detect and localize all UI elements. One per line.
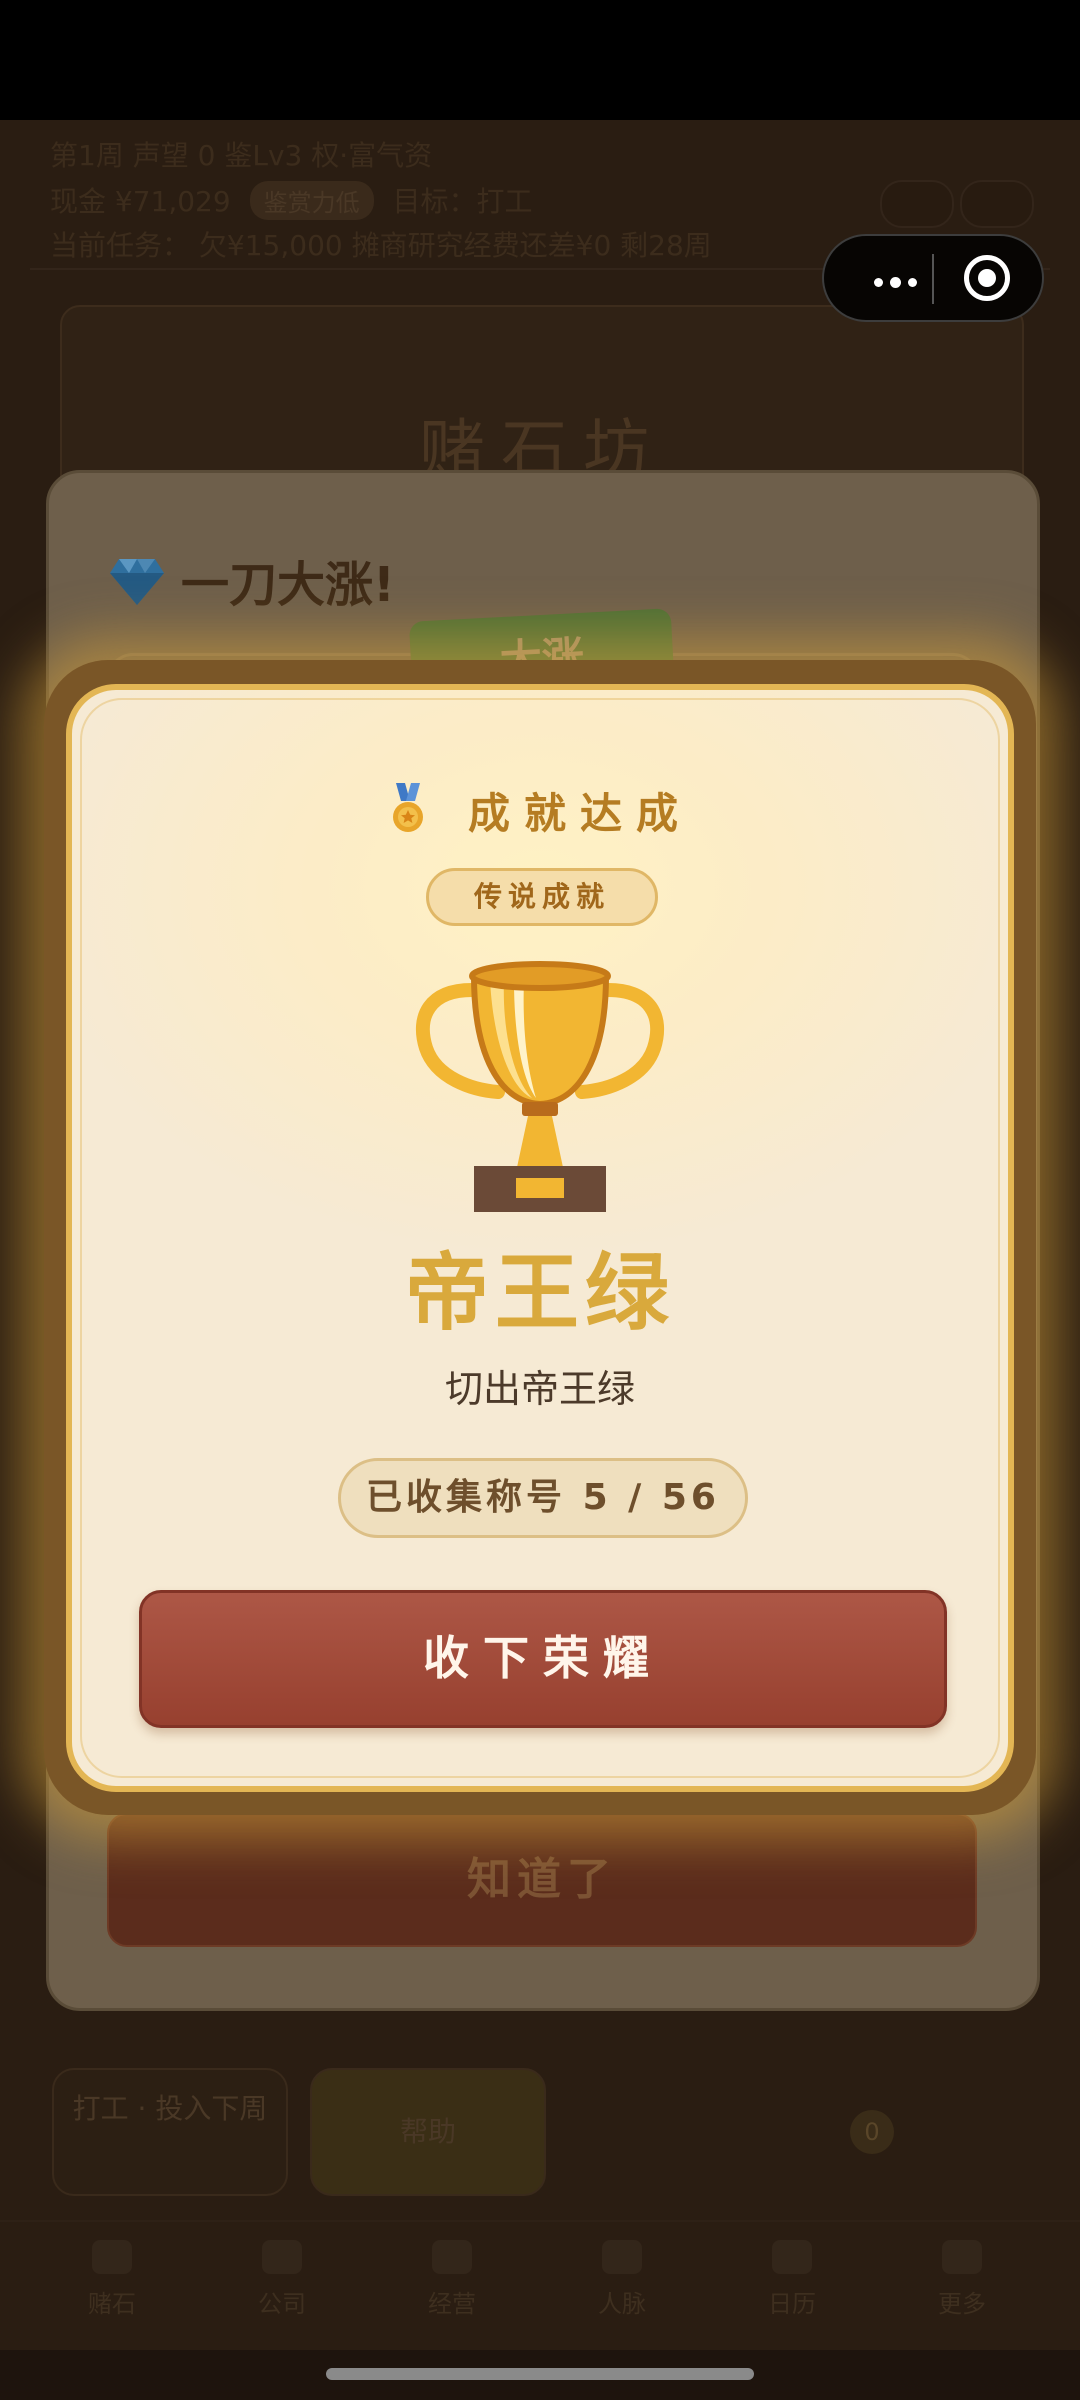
tab-business[interactable]: 经营 [392, 2240, 512, 2319]
status-bar [0, 0, 1080, 120]
target-label: 目标：打工 [392, 185, 533, 218]
tab-contacts-icon [602, 2240, 642, 2274]
tab-more[interactable]: 更多 [902, 2240, 1022, 2319]
tab-gamble-icon [92, 2240, 132, 2274]
tab-contacts[interactable]: 人脉 [562, 2240, 682, 2319]
achievement-title: 帝王绿 [404, 1243, 675, 1342]
tab-calendar[interactable]: 日历 [732, 2240, 852, 2319]
tab-company-label: 公司 [258, 2290, 306, 2318]
tab-gamble-label: 赌石 [88, 2290, 136, 2318]
accept-glory-button[interactable]: 收下荣耀 [139, 1590, 947, 1728]
cash-label: 现金 ¥71,029 [50, 185, 231, 218]
capsule-divider [932, 254, 934, 304]
perk-label: 权·富气资 [311, 139, 433, 172]
rarity-badge: 传说成就 [426, 868, 658, 926]
tab-more-label: 更多 [938, 2290, 986, 2318]
achievement-header-text: 成就达成 [467, 789, 692, 838]
tab-company-icon [262, 2240, 302, 2274]
achievement-description: 切出帝王绿 [444, 1367, 635, 1411]
count-badge: 0 [850, 2110, 894, 2154]
days-left-label: 剩28周 [620, 229, 712, 262]
home-indicator[interactable] [326, 2368, 754, 2380]
got-it-button[interactable]: 知道了 [107, 1813, 977, 1947]
achievement-header: 成就达成 [72, 780, 1008, 841]
result-header-text: 一刀大涨! [181, 557, 395, 613]
hud-row-1: 第1周 声望 0 鉴Lv3 权·富气资 [50, 134, 432, 174]
tab-contacts-label: 人脉 [598, 2290, 646, 2318]
trophy-icon [410, 952, 670, 1212]
help-button[interactable]: 帮助 [310, 2068, 546, 2196]
counter-area: 0 [570, 2068, 1010, 2192]
tab-calendar-icon [772, 2240, 812, 2274]
medal-icon [388, 782, 428, 839]
tab-gamble[interactable]: 赌石 [52, 2240, 172, 2319]
tab-more-icon [942, 2240, 982, 2274]
reputation-label: 声望 0 [132, 139, 216, 172]
work-button-label: 打工 · 投入下周 [72, 2092, 268, 2125]
hud-settings-button[interactable] [960, 180, 1034, 228]
tab-company[interactable]: 公司 [222, 2240, 342, 2319]
miniprogram-capsule [822, 234, 1044, 322]
help-button-label: 帮助 [399, 2115, 456, 2148]
target-circle-icon[interactable] [964, 255, 1010, 301]
tab-calendar-label: 日历 [768, 2290, 816, 2318]
hud-row-3: 当前任务： 欠¥15,000 摊商研究经费还差¥0 剩28周 [50, 224, 712, 264]
tab-bar: 赌石 公司 经营 人脉 日历 更多 [0, 2220, 1080, 2352]
task-label: 当前任务： [50, 229, 191, 262]
hud-row-2: 现金 ¥71,029 鉴赏力低 目标：打工 [50, 180, 533, 220]
collection-progress: 已收集称号 5 / 56 [338, 1458, 748, 1538]
gem-icon [109, 557, 165, 619]
bottom-actions: 打工 · 投入下周 帮助 0 [0, 2068, 1080, 2198]
week-label: 第1周 [50, 139, 124, 172]
tab-business-label: 经营 [428, 2290, 476, 2318]
work-button[interactable]: 打工 · 投入下周 [52, 2068, 288, 2196]
achievement-modal: 成就达成 传说成就 帝王绿 切出帝王绿 已收集称号 5 / 56 收下荣耀 [66, 684, 1014, 1792]
note-label: 摊商研究经费还差¥0 [351, 229, 612, 262]
debt-label: 欠¥15,000 [198, 229, 343, 262]
tab-business-icon [432, 2240, 472, 2274]
hud-sound-button[interactable] [880, 180, 954, 228]
level-label: 鉴Lv3 [224, 139, 303, 172]
status-chip: 鉴赏力低 [249, 181, 374, 220]
result-header: 一刀大涨! [109, 545, 395, 619]
